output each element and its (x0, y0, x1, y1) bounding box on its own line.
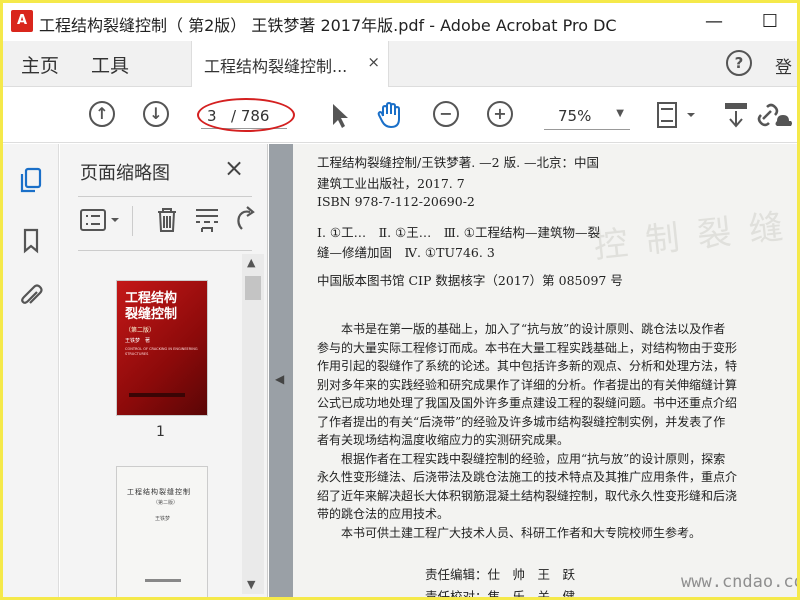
extract-page-icon[interactable] (192, 204, 222, 236)
document-tab[interactable]: 工程结构裂缝控制... × (191, 41, 389, 87)
minimize-button[interactable]: — (699, 9, 729, 35)
red-highlight-ellipse (197, 98, 295, 132)
abstract-line: 公式已成功地处理了我国及国外许多重点建设工程的裂缝问题。书中还重点介绍 (317, 396, 738, 410)
chevron-down-icon: ▼ (616, 108, 624, 119)
delete-page-icon[interactable] (152, 204, 182, 236)
thumbnail-page-2[interactable]: 工程结构裂缝控制 （第二版） 王铁梦 (116, 466, 208, 597)
help-button[interactable]: ? (726, 50, 752, 76)
document-view[interactable]: ◀ 控制裂缝 工程结构裂缝控制/王铁梦著. —2 版. —北京：中国 建筑工业出… (269, 144, 797, 597)
cover-english-title: CONTROL OF CRACKING IN ENGINEERING STRUC… (125, 347, 198, 356)
scroll-up-arrow[interactable]: ▲ (247, 256, 255, 269)
zoom-level-value: 75% (558, 107, 592, 125)
thumbnail-page-2-publisher-bar (145, 579, 181, 582)
menu-bar: 主页 工具 工程结构裂缝控制... × ? 登 (3, 41, 797, 87)
tool-divider (132, 206, 133, 236)
abstract-line: 绍了近年来解决超长大体积钢筋混凝土结构裂缝控制，取代永久性变形缝和后浇 (317, 488, 738, 503)
panel-close-button[interactable]: × (224, 154, 244, 182)
abstract-line: 了作者提出的有关“后浇带”的经验及许多城市结构裂缝控制实例，并发表了作 (317, 414, 726, 429)
bookmark-icon[interactable] (17, 226, 45, 254)
cip-line: Ⅰ. ①工… Ⅱ. ①王… Ⅲ. ①工程结构—建筑物—裂 (317, 225, 600, 240)
thumbnail-options-icon[interactable] (78, 204, 124, 236)
abstract-line: 参与的大量实际工程修订而成。本书在大量工程实践基础上，对结构物由于变形 (317, 340, 738, 355)
scrollbar-thumb[interactable] (245, 276, 261, 300)
tab-tools[interactable]: 工具 (91, 51, 129, 78)
select-cursor-icon[interactable] (321, 99, 355, 131)
thumbnail-page-2-title: 工程结构裂缝控制 (127, 488, 191, 496)
thumbnail-list: 工程结构 裂缝控制 （第二版） 王铁梦 著 CONTROL OF CRACKIN… (60, 252, 252, 597)
acrobat-app-icon: A (11, 10, 33, 32)
window-title: 工程结构裂缝控制（ 第2版） 王铁梦著 2017年版.pdf - Adobe A… (39, 16, 617, 35)
zoom-in-button[interactable]: + (487, 101, 513, 127)
navigation-rail (3, 144, 59, 597)
thumbnail-scrollbar[interactable]: ▲ ▼ (242, 254, 264, 594)
zoom-out-button[interactable]: − (433, 101, 459, 127)
cip-line: 建筑工业出版社，2017. 7 (317, 176, 465, 191)
title-bar: A 工程结构裂缝控制（ 第2版） 王铁梦著 2017年版.pdf - Adobe… (3, 3, 797, 41)
fit-page-icon[interactable] (653, 99, 701, 131)
abstract-line: 带的跳仓法的应用技术。 (317, 507, 450, 521)
cover-edition: （第二版） (125, 327, 156, 334)
share-link-icon[interactable] (755, 99, 795, 131)
hand-tool-icon[interactable] (373, 99, 407, 131)
cip-line: 缝—修缮加固 Ⅳ. ①TU746. 3 (317, 245, 495, 260)
rotate-page-icon[interactable] (230, 204, 260, 236)
tab-home[interactable]: 主页 (21, 51, 59, 78)
scroll-down-arrow[interactable]: ▼ (247, 578, 255, 591)
panel-divider (78, 250, 252, 251)
abstract-line: 本书是在第一版的基础上，加入了“抗与放”的设计原则、跳仓法以及作者 (317, 322, 726, 336)
cip-line: 工程结构裂缝控制/王铁梦著. —2 版. —北京：中国 (317, 155, 600, 170)
thumbnail-page-2-edition: （第二版） (153, 500, 179, 506)
collapse-panel-arrow[interactable]: ◀ (275, 372, 284, 386)
document-tab-close-button[interactable]: × (367, 53, 380, 71)
sign-in-link[interactable]: 登 (775, 53, 792, 78)
abstract-line: 作用引起的裂缝作了系统的论述。其中包括许多新的观点、分析和处理方法，特 (317, 359, 738, 373)
scroll-mode-icon[interactable] (719, 99, 753, 131)
abstract-line: 永久性变形缝法、后浇带法及跳仓法施工的技术特点及其推广应用条件，重点介 (317, 470, 738, 484)
attachment-icon[interactable] (17, 282, 45, 310)
cip-line: 中国版本图书馆 CIP 数据核字（2017）第 085097 号 (317, 273, 623, 288)
cover-title-line-2: 裂缝控制 (125, 307, 178, 322)
maximize-button[interactable]: ☐ (755, 9, 785, 35)
credit-line: 责任编辑：仕 帅 王 跃 (425, 567, 576, 582)
cip-line: ISBN 978-7-112-20690-2 (317, 194, 475, 209)
show-through-ghost-text: 控制裂缝 (591, 205, 797, 267)
toolbar: ↑ ↓ 3 / 786 − + 75% ▼ (3, 87, 797, 143)
page-thumbnails-icon[interactable] (17, 166, 45, 194)
credit-line: 责任校对：焦 乐 关 健 (425, 589, 576, 597)
panel-toolbar (78, 204, 258, 240)
cover-author: 王铁梦 著 (125, 338, 151, 344)
thumbnail-page-1[interactable]: 工程结构 裂缝控制 （第二版） 王铁梦 著 CONTROL OF CRACKIN… (116, 280, 208, 416)
abstract-line: 根据作者在工程实践中裂缝控制的经验，应用“抗与放”的设计原则，探索 (317, 451, 726, 466)
panel-divider (78, 196, 252, 197)
pdf-page: 控制裂缝 工程结构裂缝控制/王铁梦著. —2 版. —北京：中国 建筑工业出版社… (293, 144, 797, 597)
document-tab-label: 工程结构裂缝控制... (204, 57, 348, 76)
page-thumbnails-panel: 页面缩略图 × 工程结构 裂缝控制 （第二版） 王铁梦 著 CONTROL OF… (60, 144, 268, 597)
site-watermark: www.cndao.com (681, 572, 797, 592)
previous-page-button[interactable]: ↑ (89, 101, 115, 127)
thumbnail-label: 1 (156, 424, 165, 440)
abstract-line: 别对多年来的实践经验和研究成果作了详细的分析。作者提出的有关伸缩缝计算 (317, 377, 738, 392)
next-page-button[interactable]: ↓ (143, 101, 169, 127)
abstract-line: 本书可供土建工程广大技术人员、科研工作者和大专院校师生参考。 (317, 526, 702, 540)
panel-title: 页面缩略图 (80, 163, 170, 184)
cover-publisher-bar (129, 393, 185, 397)
abstract-line: 者有关现场结构温度收缩应力的实测研究成果。 (317, 433, 570, 447)
zoom-level-dropdown[interactable]: 75% ▼ (544, 104, 630, 130)
cover-title-line-1: 工程结构 (125, 291, 178, 306)
thumbnail-page-2-author: 王铁梦 (155, 516, 171, 522)
acrobat-window: A 工程结构裂缝控制（ 第2版） 王铁梦著 2017年版.pdf - Adobe… (3, 3, 797, 597)
